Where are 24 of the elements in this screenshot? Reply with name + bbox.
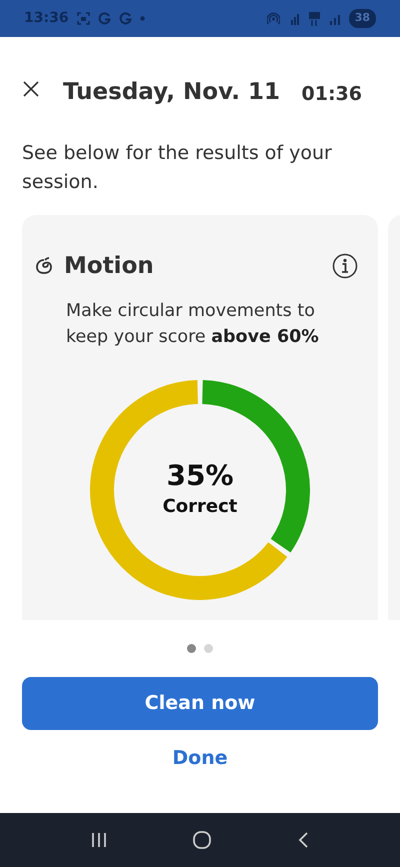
g-icon [118, 12, 132, 25]
done-button[interactable]: Done [160, 738, 240, 778]
dot-icon [140, 16, 145, 21]
swirl-icon [34, 256, 54, 276]
hotspot-icon [266, 12, 280, 25]
g-icon [98, 12, 111, 25]
recent-apps-icon[interactable] [90, 831, 108, 849]
score-value: 35% [166, 459, 234, 493]
back-icon[interactable] [296, 831, 310, 849]
session-duration: 01:36 [302, 82, 362, 107]
page-dot[interactable] [204, 644, 213, 653]
page-dot[interactable] [187, 644, 196, 653]
score-label: Correct [162, 494, 238, 519]
clean-now-button[interactable]: Clean now [22, 677, 378, 730]
intro-text: See below for the results of your session. [21, 141, 333, 195]
battery-indicator: 38 [348, 9, 376, 28]
close-icon[interactable] [22, 80, 40, 98]
card-title: Motion [64, 252, 154, 281]
session-date: Tuesday, Nov. 11 [63, 78, 280, 107]
home-icon[interactable] [192, 830, 212, 850]
card-description: Make circular movements to keep your score above 60% [65, 300, 320, 348]
status-time: 13:36 [24, 9, 69, 28]
info-icon[interactable] [332, 253, 358, 280]
screenshot-icon [76, 12, 90, 25]
